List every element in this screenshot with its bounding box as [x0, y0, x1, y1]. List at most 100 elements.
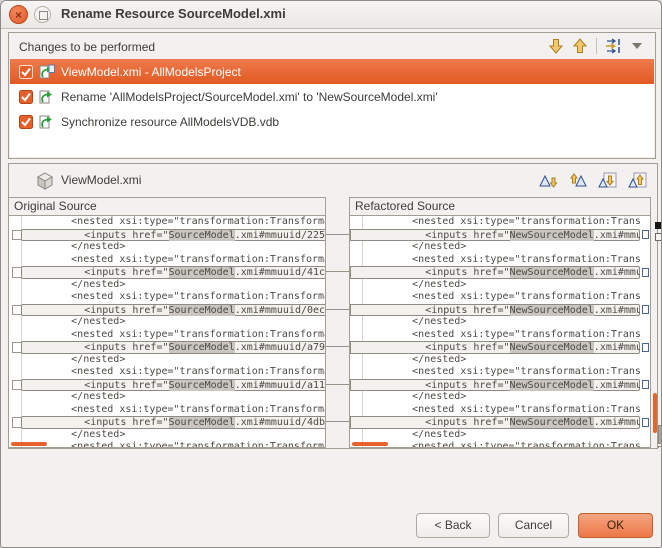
previous-difference-icon[interactable] — [566, 169, 589, 191]
diff-connector-gap — [326, 197, 349, 448]
code-line: <nested xsi:type="transformation:Transfo… — [9, 404, 325, 417]
changes-tree[interactable]: ViewModel.xmi - AllModelsProject Rename … — [10, 59, 654, 157]
diff-connector-line — [326, 421, 349, 422]
code-line: <nested xsi:type="transformation:Transfo… — [9, 441, 325, 447]
ok-button[interactable]: OK — [578, 513, 653, 538]
filter-changes-icon[interactable] — [601, 35, 625, 57]
code-line: <nested xsi:type="transformation:Transfo… — [350, 366, 640, 379]
diff-connector-line — [326, 234, 349, 235]
diff-change-marker[interactable] — [642, 418, 649, 427]
diff-highlight: NewSourceModel — [510, 267, 594, 278]
copy-current-change-down-icon[interactable] — [596, 169, 619, 191]
changed-code-line: <inputs href="SourceModel.xmi#mmuuid/a79… — [21, 341, 325, 354]
changed-code-line: <inputs href="SourceModel.xmi#mmuuid/225… — [21, 229, 325, 242]
preview-section: ViewModel.xmi — [8, 163, 658, 449]
changes-label: Changes to be performed — [19, 40, 155, 54]
refactored-source-pane[interactable]: Refactored Source <nested xsi:type="tran… — [349, 197, 651, 448]
back-button[interactable]: < Back — [416, 513, 490, 538]
diff-change-marker[interactable] — [642, 305, 649, 314]
changes-tree-item[interactable]: Synchronize resource AllModelsVDB.vdb — [10, 109, 654, 134]
changes-toolbar — [544, 35, 649, 57]
cube-icon — [35, 171, 55, 196]
changed-code-line: <inputs href="SourceModel.xmi#mmuuid/a11… — [21, 379, 325, 392]
close-icon[interactable]: × — [9, 5, 28, 24]
changed-code-line: <inputs href="NewSourceModel.xmi#mmuuid — [350, 266, 640, 279]
code-line: </nested> — [350, 241, 640, 254]
changed-code-line: <inputs href="NewSourceModel.xmi#mmuuid — [350, 416, 640, 429]
diff-change-marker[interactable] — [642, 380, 649, 389]
overview-ruler[interactable] — [653, 197, 662, 448]
code-line: </nested> — [350, 429, 640, 442]
diff-highlight: SourceModel — [169, 230, 235, 241]
checked-checkbox-icon[interactable] — [19, 65, 33, 79]
maximize-icon[interactable] — [34, 6, 51, 23]
move-up-arrow-icon[interactable] — [568, 35, 592, 57]
synchronize-change-icon — [39, 114, 55, 130]
diff-highlight: NewSourceModel — [510, 230, 594, 241]
next-difference-icon[interactable] — [536, 169, 559, 191]
compare-toolbar — [536, 169, 649, 191]
code-line: <nested xsi:type="transformation:Transfo… — [9, 366, 325, 379]
changes-tree-item[interactable]: Rename 'AllModelsProject/SourceModel.xmi… — [10, 84, 654, 109]
overview-current-mark[interactable] — [655, 222, 662, 229]
rename-resource-dialog: × Rename Resource SourceModel.xmi Change… — [0, 0, 662, 548]
rename-change-icon — [39, 89, 55, 105]
changes-tree-item[interactable]: ViewModel.xmi - AllModelsProject — [10, 59, 654, 84]
changed-code-line: <inputs href="NewSourceModel.xmi#mmuuid — [350, 379, 640, 392]
overview-change-mark[interactable] — [655, 233, 662, 241]
original-source-pane[interactable]: Original Source <nested xsi:type="transf… — [9, 197, 326, 448]
code-line: <nested xsi:type="transformation:Transfo… — [350, 441, 640, 447]
code-line: </nested> — [9, 241, 325, 254]
diff-highlight: SourceModel — [169, 380, 235, 391]
diff-highlight: NewSourceModel — [510, 417, 594, 428]
checked-checkbox-icon[interactable] — [19, 90, 33, 104]
code-line: </nested> — [9, 429, 325, 442]
composite-change-icon — [39, 64, 55, 80]
original-hscrollbar-thumb[interactable] — [11, 442, 47, 446]
code-line: </nested> — [350, 391, 640, 404]
code-line: </nested> — [9, 316, 325, 329]
code-line: </nested> — [9, 354, 325, 367]
original-source-code[interactable]: <nested xsi:type="transformation:Transfo… — [9, 216, 325, 447]
diff-change-marker[interactable] — [642, 268, 649, 277]
diff-highlight: SourceModel — [169, 305, 235, 316]
code-line: </nested> — [350, 316, 640, 329]
code-line: </nested> — [350, 354, 640, 367]
preview-title: ViewModel.xmi — [61, 164, 141, 197]
code-line: <nested xsi:type="transformation:Transfo… — [350, 291, 640, 304]
titlebar[interactable]: × Rename Resource SourceModel.xmi — [1, 1, 661, 29]
code-line: </nested> — [9, 279, 325, 292]
diff-connector-line — [326, 384, 349, 385]
refactored-source-code[interactable]: <nested xsi:type="transformation:Transfo… — [350, 216, 640, 447]
diff-marker-column — [640, 216, 650, 447]
menu-dropdown-icon[interactable] — [625, 35, 649, 57]
diff-highlight: SourceModel — [169, 267, 235, 278]
tree-item-label: ViewModel.xmi - AllModelsProject — [61, 65, 241, 79]
refactored-source-header: Refactored Source — [350, 198, 650, 216]
overview-change-mark-bottom[interactable] — [658, 446, 662, 448]
diff-change-marker[interactable] — [642, 230, 649, 239]
tree-item-label: Synchronize resource AllModelsVDB.vdb — [61, 115, 279, 129]
changed-code-line: <inputs href="SourceModel.xmi#mmuuid/41c… — [21, 266, 325, 279]
vertical-scrollbar-thumb[interactable] — [653, 393, 657, 433]
changed-code-line: <inputs href="SourceModel.xmi#mmuuid/0ec… — [21, 304, 325, 317]
code-line: <nested xsi:type="transformation:Transfo… — [350, 254, 640, 267]
code-line: <nested xsi:type="transformation:Transfo… — [350, 216, 640, 229]
changed-code-line: <inputs href="SourceModel.xmi#mmuuid/4db… — [21, 416, 325, 429]
refactored-hscrollbar-thumb[interactable] — [352, 442, 388, 446]
copy-current-change-up-icon[interactable] — [626, 169, 649, 191]
diff-highlight: NewSourceModel — [510, 342, 594, 353]
code-line: <nested xsi:type="transformation:Transfo… — [350, 329, 640, 342]
original-source-header: Original Source — [9, 198, 325, 216]
changed-code-line: <inputs href="NewSourceModel.xmi#mmuuid — [350, 341, 640, 354]
overview-thumb[interactable] — [658, 425, 662, 444]
code-line: <nested xsi:type="transformation:Transfo… — [9, 254, 325, 267]
cancel-button[interactable]: Cancel — [498, 513, 569, 538]
code-line: </nested> — [9, 391, 325, 404]
code-line: <nested xsi:type="transformation:Transfo… — [9, 329, 325, 342]
window-title: Rename Resource SourceModel.xmi — [61, 1, 286, 27]
move-down-arrow-icon[interactable] — [544, 35, 568, 57]
diff-connector-line — [326, 271, 349, 272]
diff-change-marker[interactable] — [642, 343, 649, 352]
checked-checkbox-icon[interactable] — [19, 115, 33, 129]
